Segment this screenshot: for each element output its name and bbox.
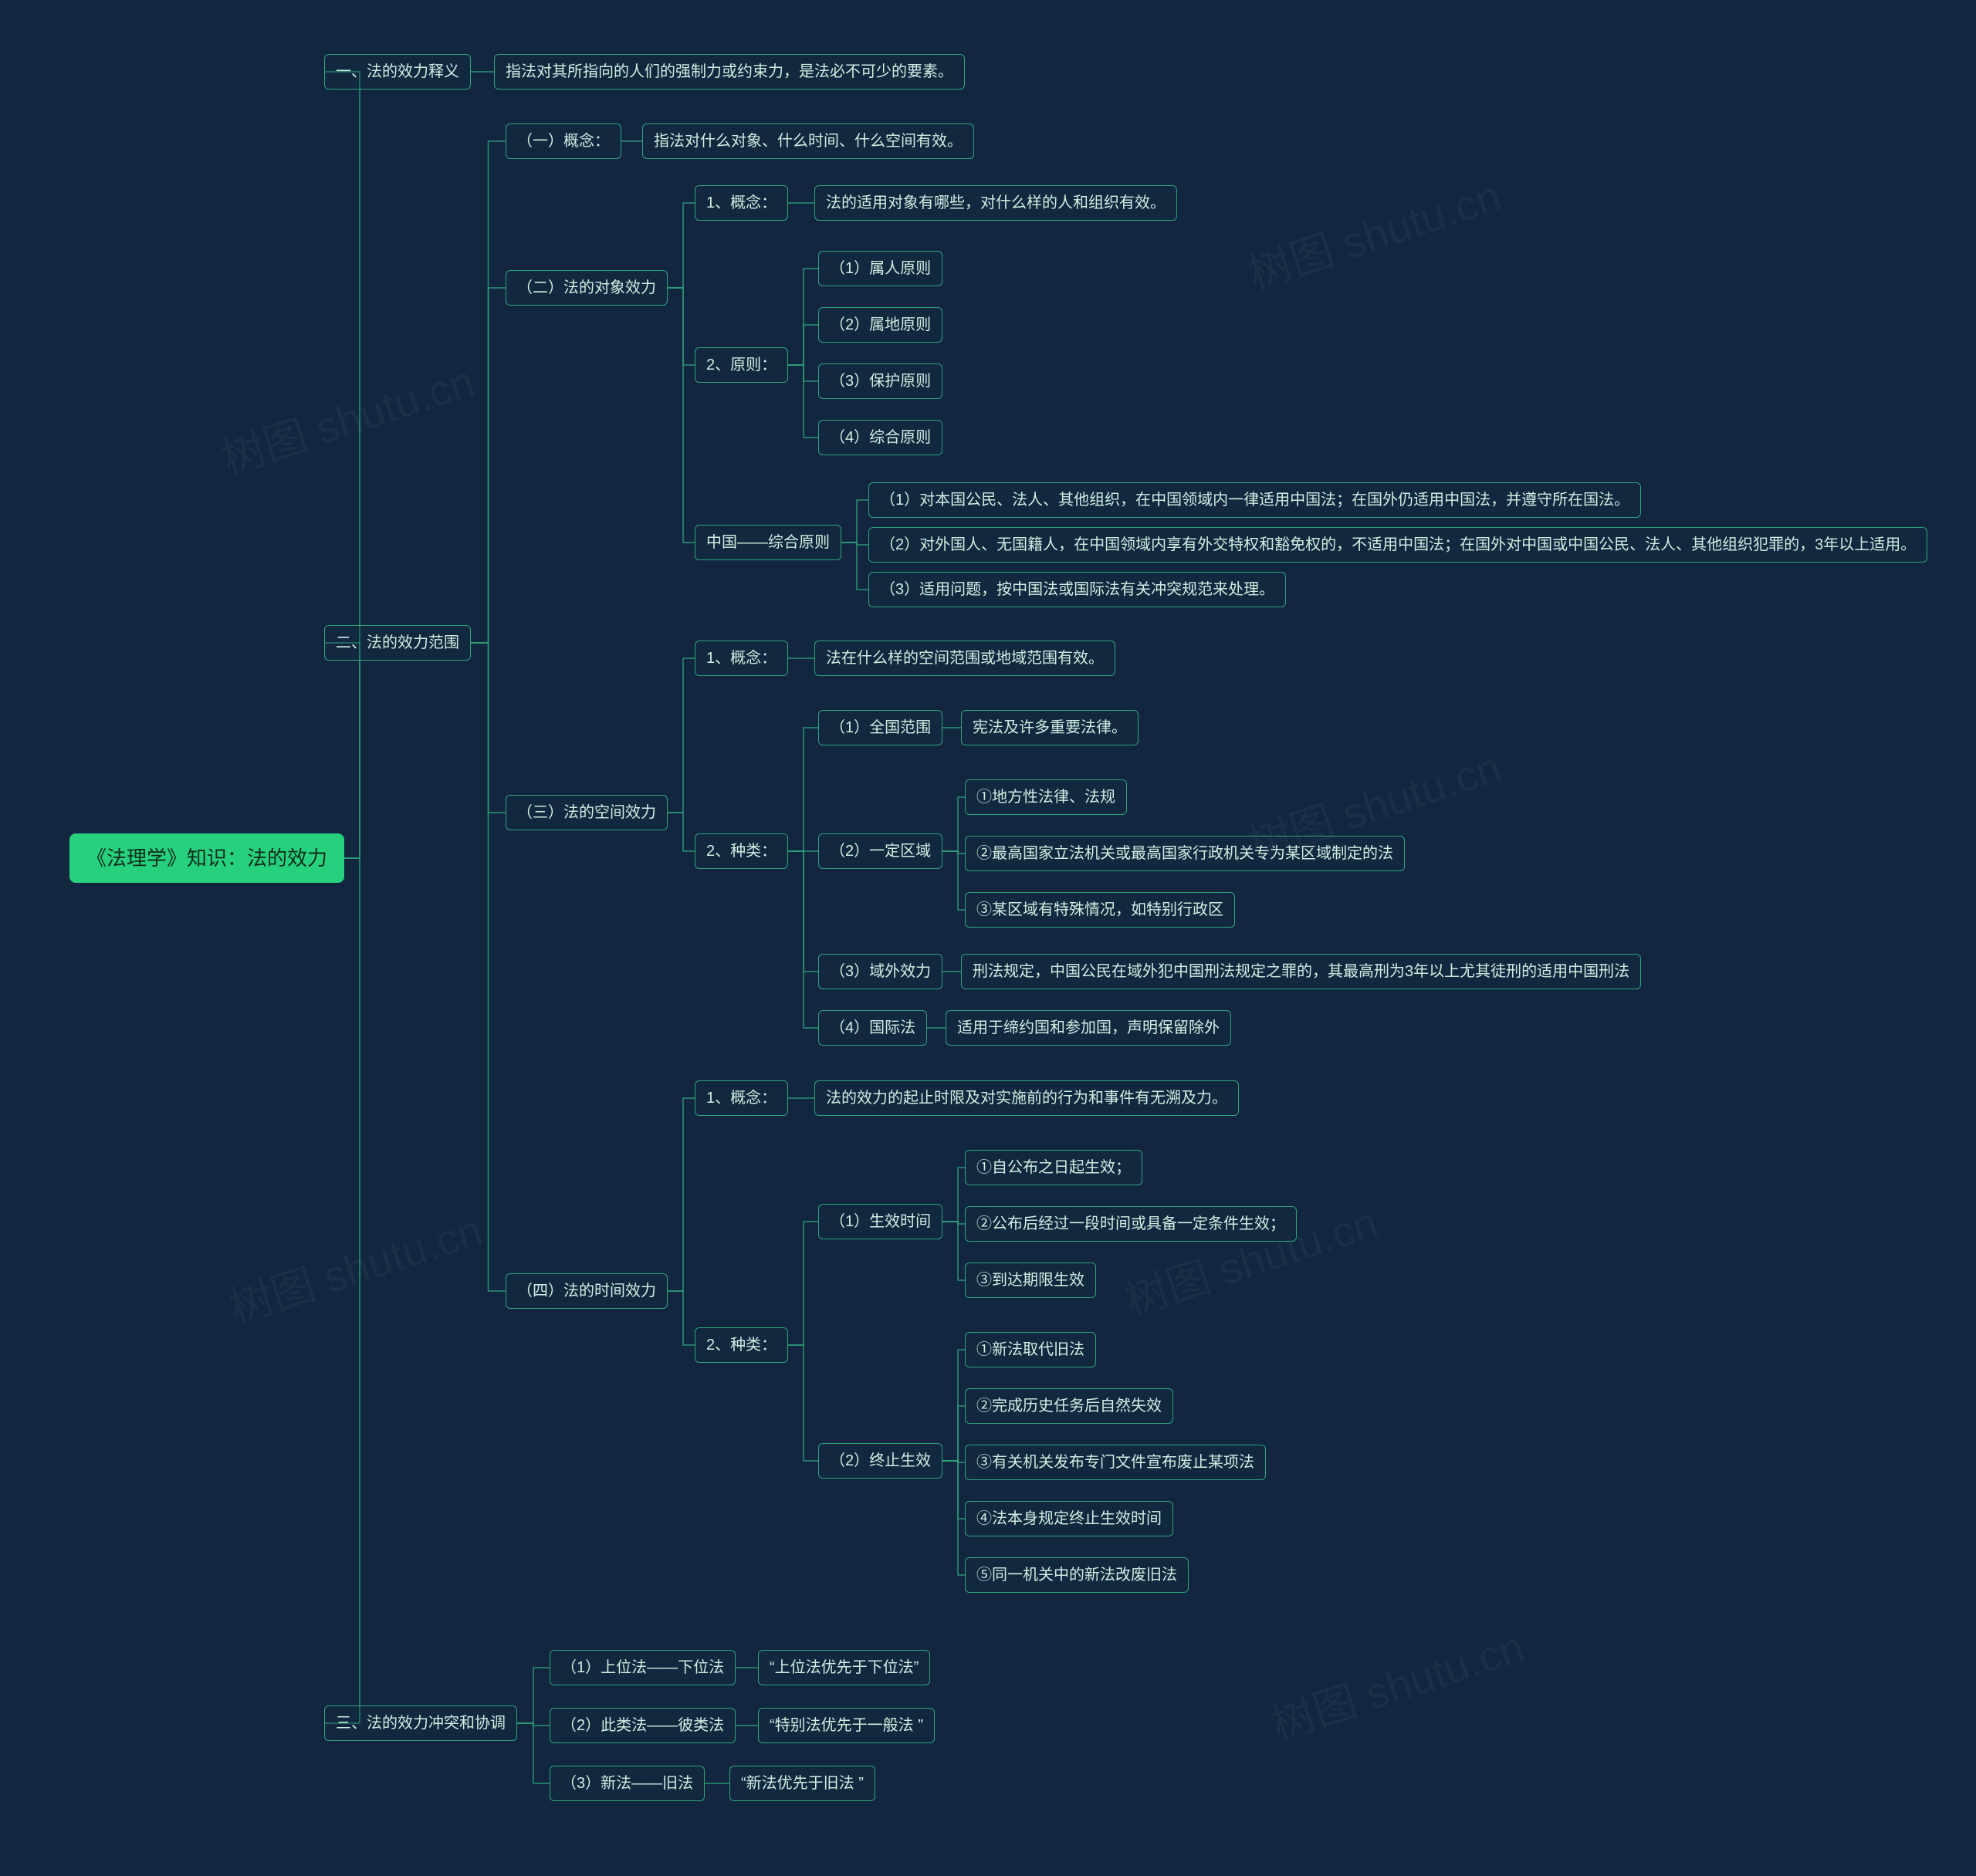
mindmap-node[interactable]: （2）对外国人、无国籍人，在中国领域内享有外交特权和豁免权的，不适用中国法；在国… (868, 527, 1927, 563)
mindmap-node[interactable]: ③有关机关发布专门文件宣布废止某项法 (965, 1445, 1266, 1480)
mindmap-node[interactable]: “上位法优先于下位法” (758, 1650, 930, 1685)
mindmap-node[interactable]: ①自公布之日起生效； (965, 1150, 1142, 1185)
mindmap-node[interactable]: ⑤同一机关中的新法改废旧法 (965, 1557, 1189, 1593)
mindmap-node[interactable]: 一、法的效力释义 (324, 54, 471, 90)
mindmap-node[interactable]: 1、概念： (695, 185, 788, 221)
watermark: 树图 shutu.cn (221, 1196, 489, 1337)
mindmap-node[interactable]: ②最高国家立法机关或最高国家行政机关专为某区域制定的法 (965, 836, 1405, 871)
mindmap-node[interactable]: ①新法取代旧法 (965, 1332, 1096, 1367)
mindmap-node[interactable]: （四）法的时间效力 (506, 1273, 668, 1309)
connector-lines (0, 0, 1976, 1876)
mindmap-node[interactable]: （二）法的对象效力 (506, 270, 668, 306)
mindmap-node[interactable]: ③某区域有特殊情况，如特别行政区 (965, 892, 1235, 928)
mindmap-node[interactable]: 适用于缔约国和参加国，声明保留除外 (946, 1010, 1231, 1046)
mindmap-node[interactable]: “新法优先于旧法 ” (729, 1766, 875, 1801)
mindmap-node[interactable]: （1）生效时间 (818, 1204, 942, 1239)
mindmap-node[interactable]: 中国——综合原则 (695, 525, 841, 560)
mindmap-node[interactable]: 《法理学》知识：法的效力 (69, 833, 344, 883)
mindmap-node[interactable]: 二、法的效力范围 (324, 625, 471, 661)
mindmap-node[interactable]: （3）保护原则 (818, 363, 942, 399)
watermark: 树图 shutu.cn (1263, 1613, 1531, 1753)
mindmap-node[interactable]: （1）属人原则 (818, 251, 942, 286)
watermark: 树图 shutu.cn (1240, 162, 1508, 303)
mindmap-node[interactable]: （2）此类法——彼类法 (550, 1708, 736, 1743)
mindmap-node[interactable]: （1）全国范围 (818, 710, 942, 745)
mindmap-node[interactable]: （2）属地原则 (818, 307, 942, 343)
mindmap-node[interactable]: 1、概念： (695, 641, 788, 676)
mindmap-node[interactable]: 指法对什么对象、什么时间、什么空间有效。 (642, 123, 974, 159)
mindmap-node[interactable]: （2）一定区域 (818, 833, 942, 869)
mindmap-node[interactable]: （3）域外效力 (818, 954, 942, 989)
mindmap-node[interactable]: （2）终止生效 (818, 1443, 942, 1479)
mindmap-node[interactable]: 刑法规定，中国公民在域外犯中国刑法规定之罪的，其最高刑为3年以上尤其徒刑的适用中… (961, 954, 1641, 989)
mindmap-node[interactable]: ②完成历史任务后自然失效 (965, 1388, 1173, 1424)
mindmap-node[interactable]: （3）适用问题，按中国法或国际法有关冲突规范来处理。 (868, 572, 1286, 607)
mindmap-node[interactable]: 1、概念： (695, 1080, 788, 1116)
mindmap-node[interactable]: ④法本身规定终止生效时间 (965, 1501, 1173, 1536)
mindmap-node[interactable]: 2、原则： (695, 347, 788, 383)
mindmap-node[interactable]: 指法对其所指向的人们的强制力或约束力，是法必不可少的要素。 (494, 54, 965, 90)
mindmap-node[interactable]: （1）上位法——下位法 (550, 1650, 736, 1685)
mindmap-node[interactable]: 宪法及许多重要法律。 (961, 710, 1139, 745)
mindmap-node[interactable]: 法的效力的起止时限及对实施前的行为和事件有无溯及力。 (814, 1080, 1239, 1116)
mindmap-node[interactable]: ③到达期限生效 (965, 1262, 1096, 1298)
mindmap-node[interactable]: 三、法的效力冲突和协调 (324, 1705, 517, 1741)
mindmap-node[interactable]: 法的适用对象有哪些，对什么样的人和组织有效。 (814, 185, 1177, 221)
mindmap-node[interactable]: ①地方性法律、法规 (965, 779, 1127, 815)
mindmap-node[interactable]: （3）新法——旧法 (550, 1766, 705, 1801)
mindmap-node[interactable]: 2、种类： (695, 1327, 788, 1363)
mindmap-node[interactable]: （4）综合原则 (818, 420, 942, 455)
watermark: 树图 shutu.cn (213, 347, 482, 488)
mindmap-node[interactable]: ②公布后经过一段时间或具备一定条件生效； (965, 1206, 1297, 1242)
mindmap-node[interactable]: 2、种类： (695, 833, 788, 869)
mindmap-node[interactable]: 法在什么样的空间范围或地域范围有效。 (814, 641, 1115, 676)
mindmap-node[interactable]: （4）国际法 (818, 1010, 927, 1046)
mindmap-node[interactable]: （三）法的空间效力 (506, 795, 668, 830)
mindmap-node[interactable]: （一）概念： (506, 123, 621, 159)
mindmap-node[interactable]: “特别法优先于一般法 ” (758, 1708, 935, 1743)
mindmap-node[interactable]: （1）对本国公民、法人、其他组织，在中国领域内一律适用中国法；在国外仍适用中国法… (868, 482, 1641, 518)
mindmap-canvas: { "watermarks": ["树图 shutu.cn","树图 shutu… (0, 0, 1976, 1876)
